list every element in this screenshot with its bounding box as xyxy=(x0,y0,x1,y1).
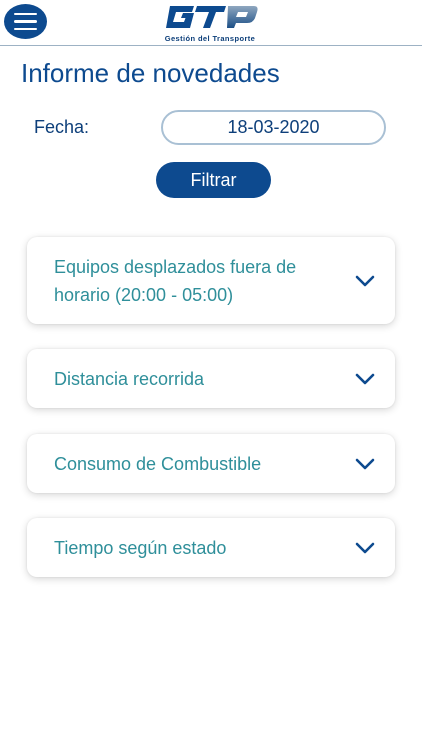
section-off-hours-equipment[interactable]: Equipos desplazados fuera de horario (20… xyxy=(27,237,395,324)
gtp-logo: Gestión del Transporte xyxy=(160,2,260,44)
chevron-down-icon[interactable] xyxy=(355,372,375,386)
section-time-by-status[interactable]: Tiempo según estado xyxy=(27,518,395,577)
section-label: Distancia recorrida xyxy=(54,369,205,389)
menu-icon-line xyxy=(14,20,37,23)
chevron-down-icon[interactable] xyxy=(355,457,375,471)
section-label: Consumo de Combustible xyxy=(54,454,262,474)
date-label: Fecha: xyxy=(34,117,90,137)
date-field[interactable]: 18-03-2020 xyxy=(161,110,386,145)
section-label: Tiempo según estado xyxy=(54,538,227,558)
hamburger-menu-button[interactable] xyxy=(4,4,47,39)
page-title: Informe de novedades xyxy=(21,58,280,88)
gtp-logo-icon xyxy=(166,6,258,28)
top-bar: Gestión del Transporte xyxy=(0,0,422,46)
chevron-down-icon[interactable] xyxy=(355,541,375,555)
filter-button[interactable]: Filtrar xyxy=(156,162,271,198)
section-label: Equipos desplazados fuera de horario (20… xyxy=(54,257,297,305)
app-root: Gestión del Transporte Informe de noveda… xyxy=(0,0,422,750)
logo-subtitle: Gestión del Transporte xyxy=(164,34,256,43)
chevron-down-icon[interactable] xyxy=(355,274,375,288)
section-distance-traveled[interactable]: Distancia recorrida xyxy=(27,349,395,408)
menu-icon-line xyxy=(14,12,37,16)
menu-icon-line xyxy=(14,27,37,31)
section-fuel-consumption[interactable]: Consumo de Combustible xyxy=(27,434,395,493)
